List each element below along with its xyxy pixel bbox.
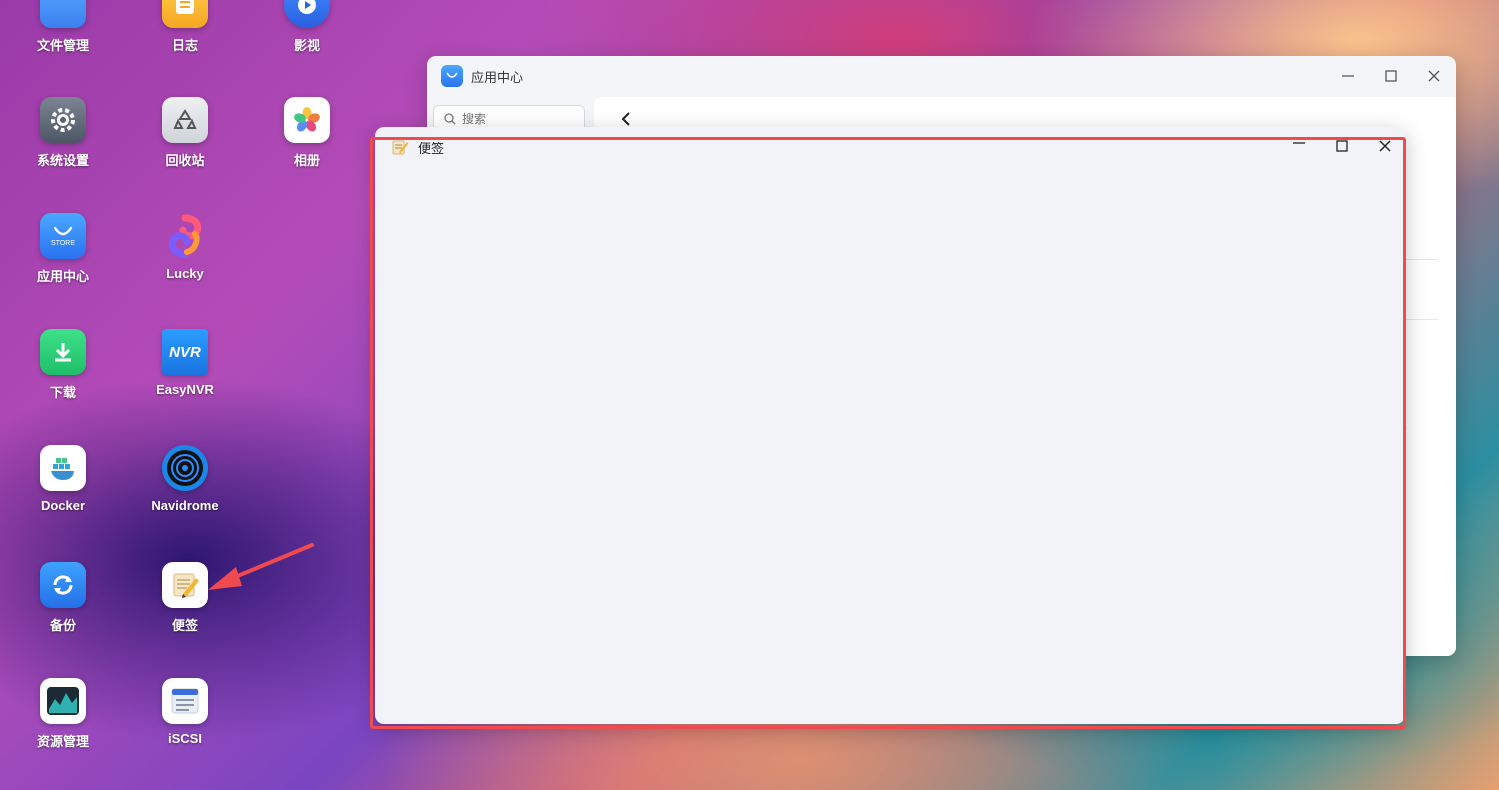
store-badge-text: STORE <box>51 239 75 247</box>
app-resource-monitor[interactable]: 资源管理 <box>8 678 118 750</box>
app-label: Lucky <box>166 266 204 281</box>
lucky-swirl-icon <box>162 213 208 259</box>
search-icon <box>444 113 456 125</box>
window-controls <box>1290 127 1393 167</box>
app-store[interactable]: STORE 应用中心 <box>8 213 118 285</box>
app-navidrome[interactable]: Navidrome <box>130 445 240 513</box>
app-label: 系统设置 <box>36 153 89 168</box>
log-icon <box>162 0 208 28</box>
app-label: 下载 <box>49 385 76 400</box>
close-button[interactable] <box>1425 68 1442 85</box>
app-center-titlebar[interactable]: 应用中心 <box>427 56 1456 96</box>
app-label: 便签 <box>171 618 198 633</box>
recycle-bin-icon <box>162 97 208 143</box>
app-label: EasyNVR <box>156 382 214 397</box>
window-controls <box>1339 56 1442 96</box>
gear-icon <box>40 97 86 143</box>
download-arrow-icon <box>40 329 86 375</box>
docker-whale-icon <box>40 445 86 491</box>
maximize-button[interactable] <box>1382 68 1399 85</box>
window-title: 应用中心 <box>471 69 524 85</box>
app-iscsi[interactable]: iSCSI <box>130 678 240 746</box>
store-bag-icon <box>441 65 463 87</box>
app-label: 日志 <box>171 38 198 53</box>
app-file-manager[interactable]: 文件管理 <box>8 0 118 54</box>
app-label: Navidrome <box>151 498 219 513</box>
app-label: 文件管理 <box>36 38 89 53</box>
app-label: 回收站 <box>165 153 205 168</box>
photos-flower-icon <box>284 97 330 143</box>
app-system-settings[interactable]: 系统设置 <box>8 97 118 169</box>
app-download[interactable]: 下载 <box>8 329 118 401</box>
maximize-button[interactable] <box>1333 139 1350 156</box>
backup-sync-icon <box>40 562 86 608</box>
app-label: 相册 <box>293 153 320 168</box>
easynvr-badge-text: NVR <box>169 343 201 361</box>
app-label: 备份 <box>49 618 76 633</box>
search-input[interactable] <box>460 111 574 127</box>
app-video[interactable]: 影视 <box>252 0 362 54</box>
app-recycle-bin[interactable]: 回收站 <box>130 97 240 169</box>
easynvr-icon: NVR <box>162 329 208 375</box>
app-photos[interactable]: 相册 <box>252 97 362 169</box>
notes-window[interactable]: 便签 <box>375 127 1405 724</box>
folder-icon <box>40 0 86 28</box>
notes-titlebar[interactable]: 便签 <box>375 127 1405 167</box>
notepad-pencil-icon <box>392 140 409 155</box>
notes-body[interactable] <box>375 167 1405 724</box>
app-easynvr[interactable]: NVR EasyNVR <box>130 329 240 397</box>
app-docker[interactable]: Docker <box>8 445 118 513</box>
close-button[interactable] <box>1376 139 1393 156</box>
app-label: iSCSI <box>168 731 202 746</box>
vinyl-record-icon <box>162 445 208 491</box>
minimize-button[interactable] <box>1290 139 1307 156</box>
app-label: Docker <box>40 498 86 513</box>
window-title: 便签 <box>418 140 445 156</box>
app-lucky[interactable]: Lucky <box>130 213 240 281</box>
iscsi-panel-icon <box>162 678 208 724</box>
app-backup[interactable]: 备份 <box>8 562 118 634</box>
app-label: 资源管理 <box>36 734 89 749</box>
store-bag-icon: STORE <box>40 213 86 259</box>
app-label: 应用中心 <box>36 269 89 284</box>
app-log[interactable]: 日志 <box>130 0 240 54</box>
annotation-arrow-icon <box>208 543 314 590</box>
app-label: 影视 <box>293 38 320 53</box>
video-play-icon <box>284 0 330 28</box>
minimize-button[interactable] <box>1339 68 1356 85</box>
resource-monitor-icon <box>40 678 86 724</box>
